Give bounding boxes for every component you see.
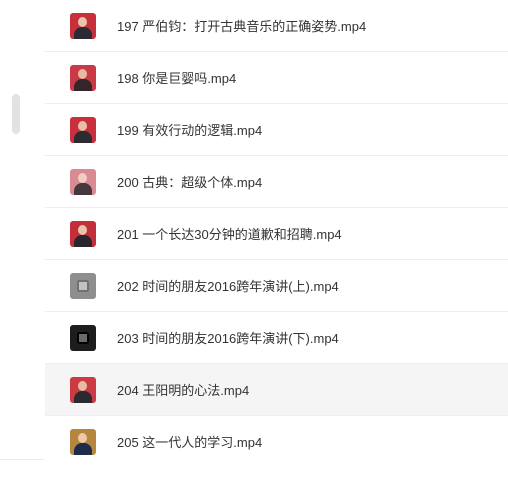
file-row[interactable]: 204 王阳明的心法.mp4 [45,364,508,416]
file-row[interactable]: 198 你是巨婴吗.mp4 [45,52,508,104]
file-row[interactable]: 202 时间的朋友2016跨年演讲(上).mp4 [45,260,508,312]
file-name: 199 有效行动的逻辑.mp4 [117,123,263,138]
file-name: 203 时间的朋友2016跨年演讲(下).mp4 [117,331,339,346]
file-list: 197 严伯钧：打开古典音乐的正确姿势.mp4 198 你是巨婴吗.mp4 199 … [45,0,508,467]
file-row[interactable]: 205 这一代人的学习.mp4 [45,416,508,467]
scrollbar-thumb[interactable] [12,94,20,134]
video-thumbnail-icon [70,168,96,195]
file-name: 197 严伯钧：打开古典音乐的正确姿势.mp4 [117,19,367,34]
file-name: 205 这一代人的学习.mp4 [117,435,263,450]
video-thumbnail-icon [70,376,96,403]
video-thumbnail-icon [70,428,96,455]
file-row[interactable]: 199 有效行动的逻辑.mp4 [45,104,508,156]
video-thumbnail-icon [70,64,96,91]
video-thumbnail-icon [70,116,96,143]
file-name: 198 你是巨婴吗.mp4 [117,71,237,86]
video-thumbnail-icon [70,12,96,39]
file-name: 204 王阳明的心法.mp4 [117,383,250,398]
file-row[interactable]: 197 严伯钧：打开古典音乐的正确姿势.mp4 [45,0,508,52]
file-row[interactable]: 200 古典：超级个体.mp4 [45,156,508,208]
video-thumbnail-icon [70,324,96,351]
file-name: 201 一个长达30分钟的道歉和招聘.mp4 [117,227,342,242]
file-row[interactable]: 203 时间的朋友2016跨年演讲(下).mp4 [45,312,508,364]
file-name: 200 古典：超级个体.mp4 [117,175,263,190]
video-thumbnail-icon [70,272,96,299]
file-row[interactable]: 201 一个长达30分钟的道歉和招聘.mp4 [45,208,508,260]
divider [0,459,44,460]
file-name: 202 时间的朋友2016跨年演讲(上).mp4 [117,279,339,294]
video-thumbnail-icon [70,220,96,247]
